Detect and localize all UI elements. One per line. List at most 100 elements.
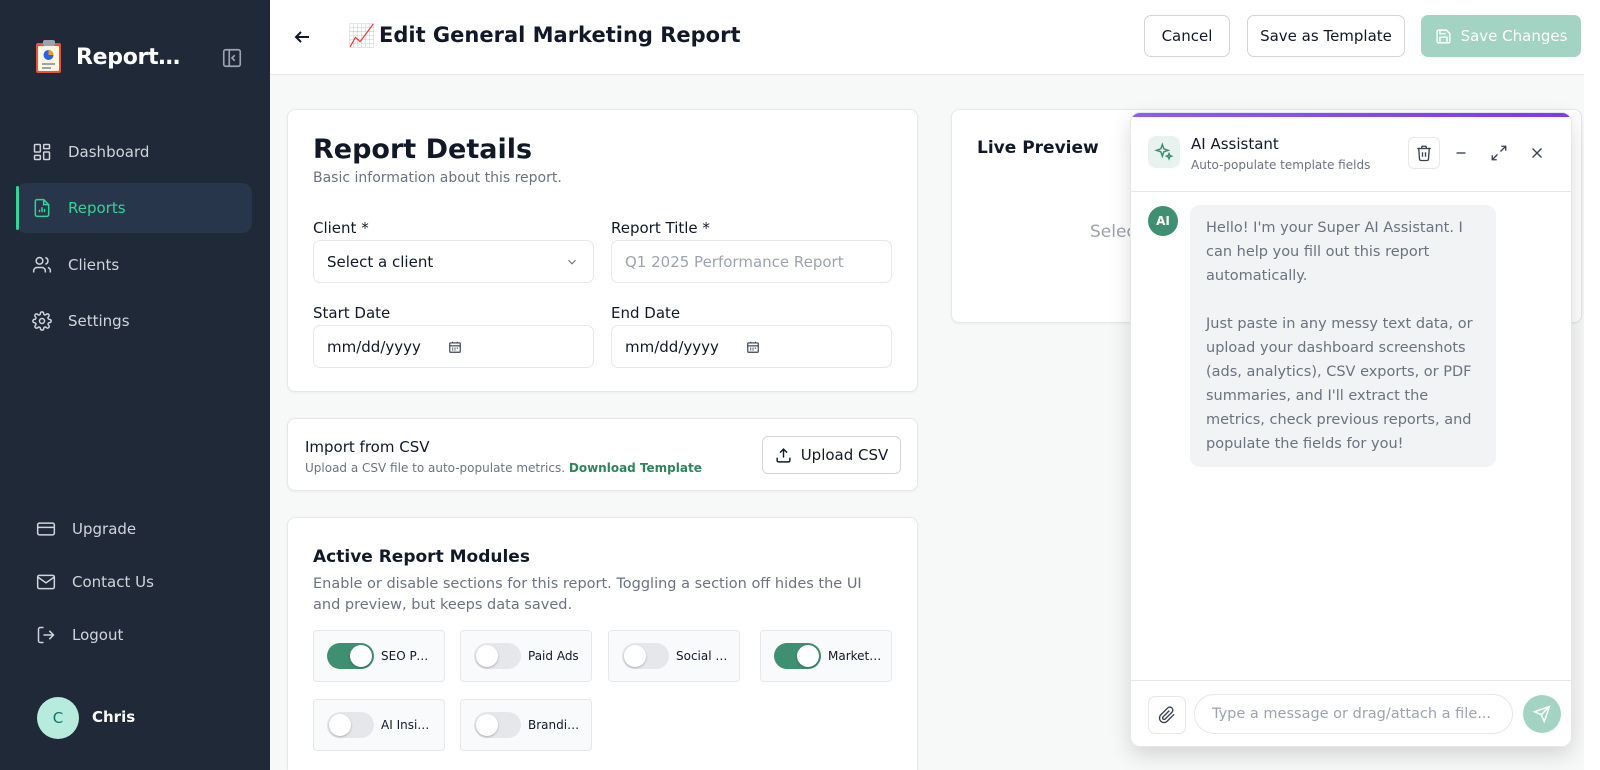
end-date-label: End Date [611, 304, 681, 322]
report-title-label: Report Title * [611, 219, 710, 237]
module-toggle-seo[interactable]: SEO Performance [313, 630, 445, 682]
module-toggle-marketing[interactable]: Marketing [760, 630, 892, 682]
csv-import-title: Import from CSV [305, 438, 430, 456]
calendar-icon[interactable] [746, 340, 760, 354]
download-template-link[interactable]: Download Template [569, 461, 702, 475]
header: 📈 Edit General Marketing Report Cancel S… [270, 0, 1600, 75]
sidebar-item-label: Contact Us [72, 573, 154, 591]
sidebar-item-label: Dashboard [68, 143, 150, 161]
sidebar-item-dashboard[interactable]: Dashboard [16, 127, 252, 177]
logout-icon [37, 626, 55, 644]
upload-csv-button[interactable]: Upload CSV [762, 436, 901, 474]
module-label: Social Media [676, 649, 730, 663]
end-date-value: mm/dd/yyyy [625, 337, 719, 356]
upload-csv-label: Upload CSV [800, 446, 889, 464]
ai-message-paragraph: Just paste in any messy text data, or up… [1206, 316, 1473, 452]
ai-logo [1148, 136, 1180, 168]
toggle-switch[interactable] [327, 643, 374, 669]
ai-assistant-title: AI Assistant [1191, 135, 1279, 153]
client-select[interactable]: Select a client [313, 240, 594, 283]
sidebar-item-clients[interactable]: Clients [16, 240, 252, 290]
ai-assistant-header: AI Assistant Auto-populate template fiel… [1131, 117, 1571, 192]
sidebar-item-reports[interactable]: Reports [16, 183, 252, 233]
sidebar-item-logout[interactable]: Logout [16, 610, 252, 660]
report-icon [34, 198, 50, 218]
module-toggle-social[interactable]: Social Media [608, 630, 740, 682]
report-details-card: Report Details Basic information about t… [287, 109, 918, 392]
clear-chat-button[interactable] [1408, 137, 1440, 169]
save-changes-label: Save Changes [1460, 27, 1568, 45]
toggle-switch[interactable] [474, 712, 521, 738]
live-preview-title: Live Preview [977, 138, 1099, 158]
minimize-button[interactable] [1445, 137, 1477, 169]
user-name: Chris [92, 708, 136, 726]
send-button[interactable] [1523, 695, 1561, 733]
close-button[interactable] [1521, 137, 1553, 169]
module-label: Marketing [828, 649, 882, 663]
start-date-label: Start Date [313, 304, 391, 322]
close-icon [1532, 148, 1542, 158]
report-modules-card: Active Report Modules Enable or disable … [287, 517, 918, 770]
report-logo-icon [36, 40, 61, 73]
chevron-down-icon [568, 259, 576, 265]
dashboard-icon [33, 143, 51, 161]
avatar[interactable]: C [37, 697, 79, 739]
toggle-switch[interactable] [327, 712, 374, 738]
sidebar-collapse-icon[interactable] [221, 47, 243, 69]
gear-icon [32, 311, 52, 331]
credit-card-icon [36, 522, 56, 536]
start-date-input[interactable]: mm/dd/yyyy [313, 325, 594, 368]
sparkle-icon [1154, 142, 1174, 161]
csv-import-description: Upload a CSV file to auto-populate metri… [305, 461, 566, 475]
ai-avatar: AI [1148, 206, 1178, 236]
module-label: SEO Performance [381, 649, 435, 663]
client-select-value: Select a client [327, 252, 434, 271]
toggle-switch[interactable] [774, 643, 821, 669]
save-changes-button[interactable]: Save Changes [1421, 15, 1581, 57]
sidebar-item-label: Settings [68, 312, 130, 330]
trash-icon [1417, 145, 1431, 162]
sidebar-item-label: Logout [72, 626, 124, 644]
start-date-value: mm/dd/yyyy [327, 337, 421, 356]
expand-button[interactable] [1483, 137, 1515, 169]
sidebar-item-upgrade[interactable]: Upgrade [16, 504, 252, 554]
module-toggle-branding[interactable]: Branding [460, 699, 592, 751]
end-date-input[interactable]: mm/dd/yyyy [611, 325, 892, 368]
modules-subtitle: Enable or disable sections for this repo… [313, 576, 862, 613]
upload-icon [776, 447, 791, 463]
toggle-switch[interactable] [474, 643, 521, 669]
sidebar-item-contact[interactable]: Contact Us [16, 557, 252, 607]
module-toggle-paid-ads[interactable]: Paid Ads [460, 630, 592, 682]
attach-file-button[interactable] [1148, 696, 1186, 734]
ai-assistant-panel: AI Assistant Auto-populate template fiel… [1130, 112, 1572, 747]
sidebar-item-settings[interactable]: Settings [16, 296, 252, 346]
sidebar-item-label: Upgrade [72, 520, 137, 538]
save-icon [1435, 28, 1451, 44]
module-toggle-ai-insights[interactable]: AI Insights [313, 699, 445, 751]
users-icon [32, 256, 52, 273]
cancel-button[interactable]: Cancel [1144, 15, 1230, 57]
save-as-template-button[interactable]: Save as Template [1247, 15, 1405, 57]
ai-assistant-subtitle: Auto-populate template fields [1191, 158, 1371, 172]
module-label: Branding [528, 718, 582, 732]
ai-message-paragraph: Hello! I'm your Super AI Assistant. I ca… [1206, 220, 1463, 284]
ai-message-bubble: Hello! I'm your Super AI Assistant. I ca… [1190, 205, 1496, 467]
csv-import-subtitle: Upload a CSV file to auto-populate metri… [305, 461, 702, 475]
back-arrow-icon[interactable] [290, 25, 314, 49]
sidebar-item-label: Clients [68, 256, 120, 274]
client-label: Client * [313, 219, 369, 237]
calendar-icon[interactable] [448, 340, 462, 354]
message-input[interactable] [1194, 694, 1513, 734]
report-title-input[interactable]: Q1 2025 Performance Report [611, 240, 892, 283]
sidebar: ReportNest Dashboard Reports Clients Set… [0, 0, 270, 770]
modules-title: Active Report Modules [313, 547, 530, 567]
page-scrollbar[interactable] [1584, 0, 1600, 770]
send-icon [1533, 705, 1551, 723]
module-label: AI Insights [381, 718, 435, 732]
toggle-switch[interactable] [622, 643, 669, 669]
module-label: Paid Ads [528, 649, 579, 663]
paperclip-icon [1158, 706, 1175, 724]
sidebar-item-label: Reports [68, 199, 126, 217]
report-details-subtitle: Basic information about this report. [313, 170, 562, 186]
brand[interactable]: ReportNest [34, 40, 198, 74]
